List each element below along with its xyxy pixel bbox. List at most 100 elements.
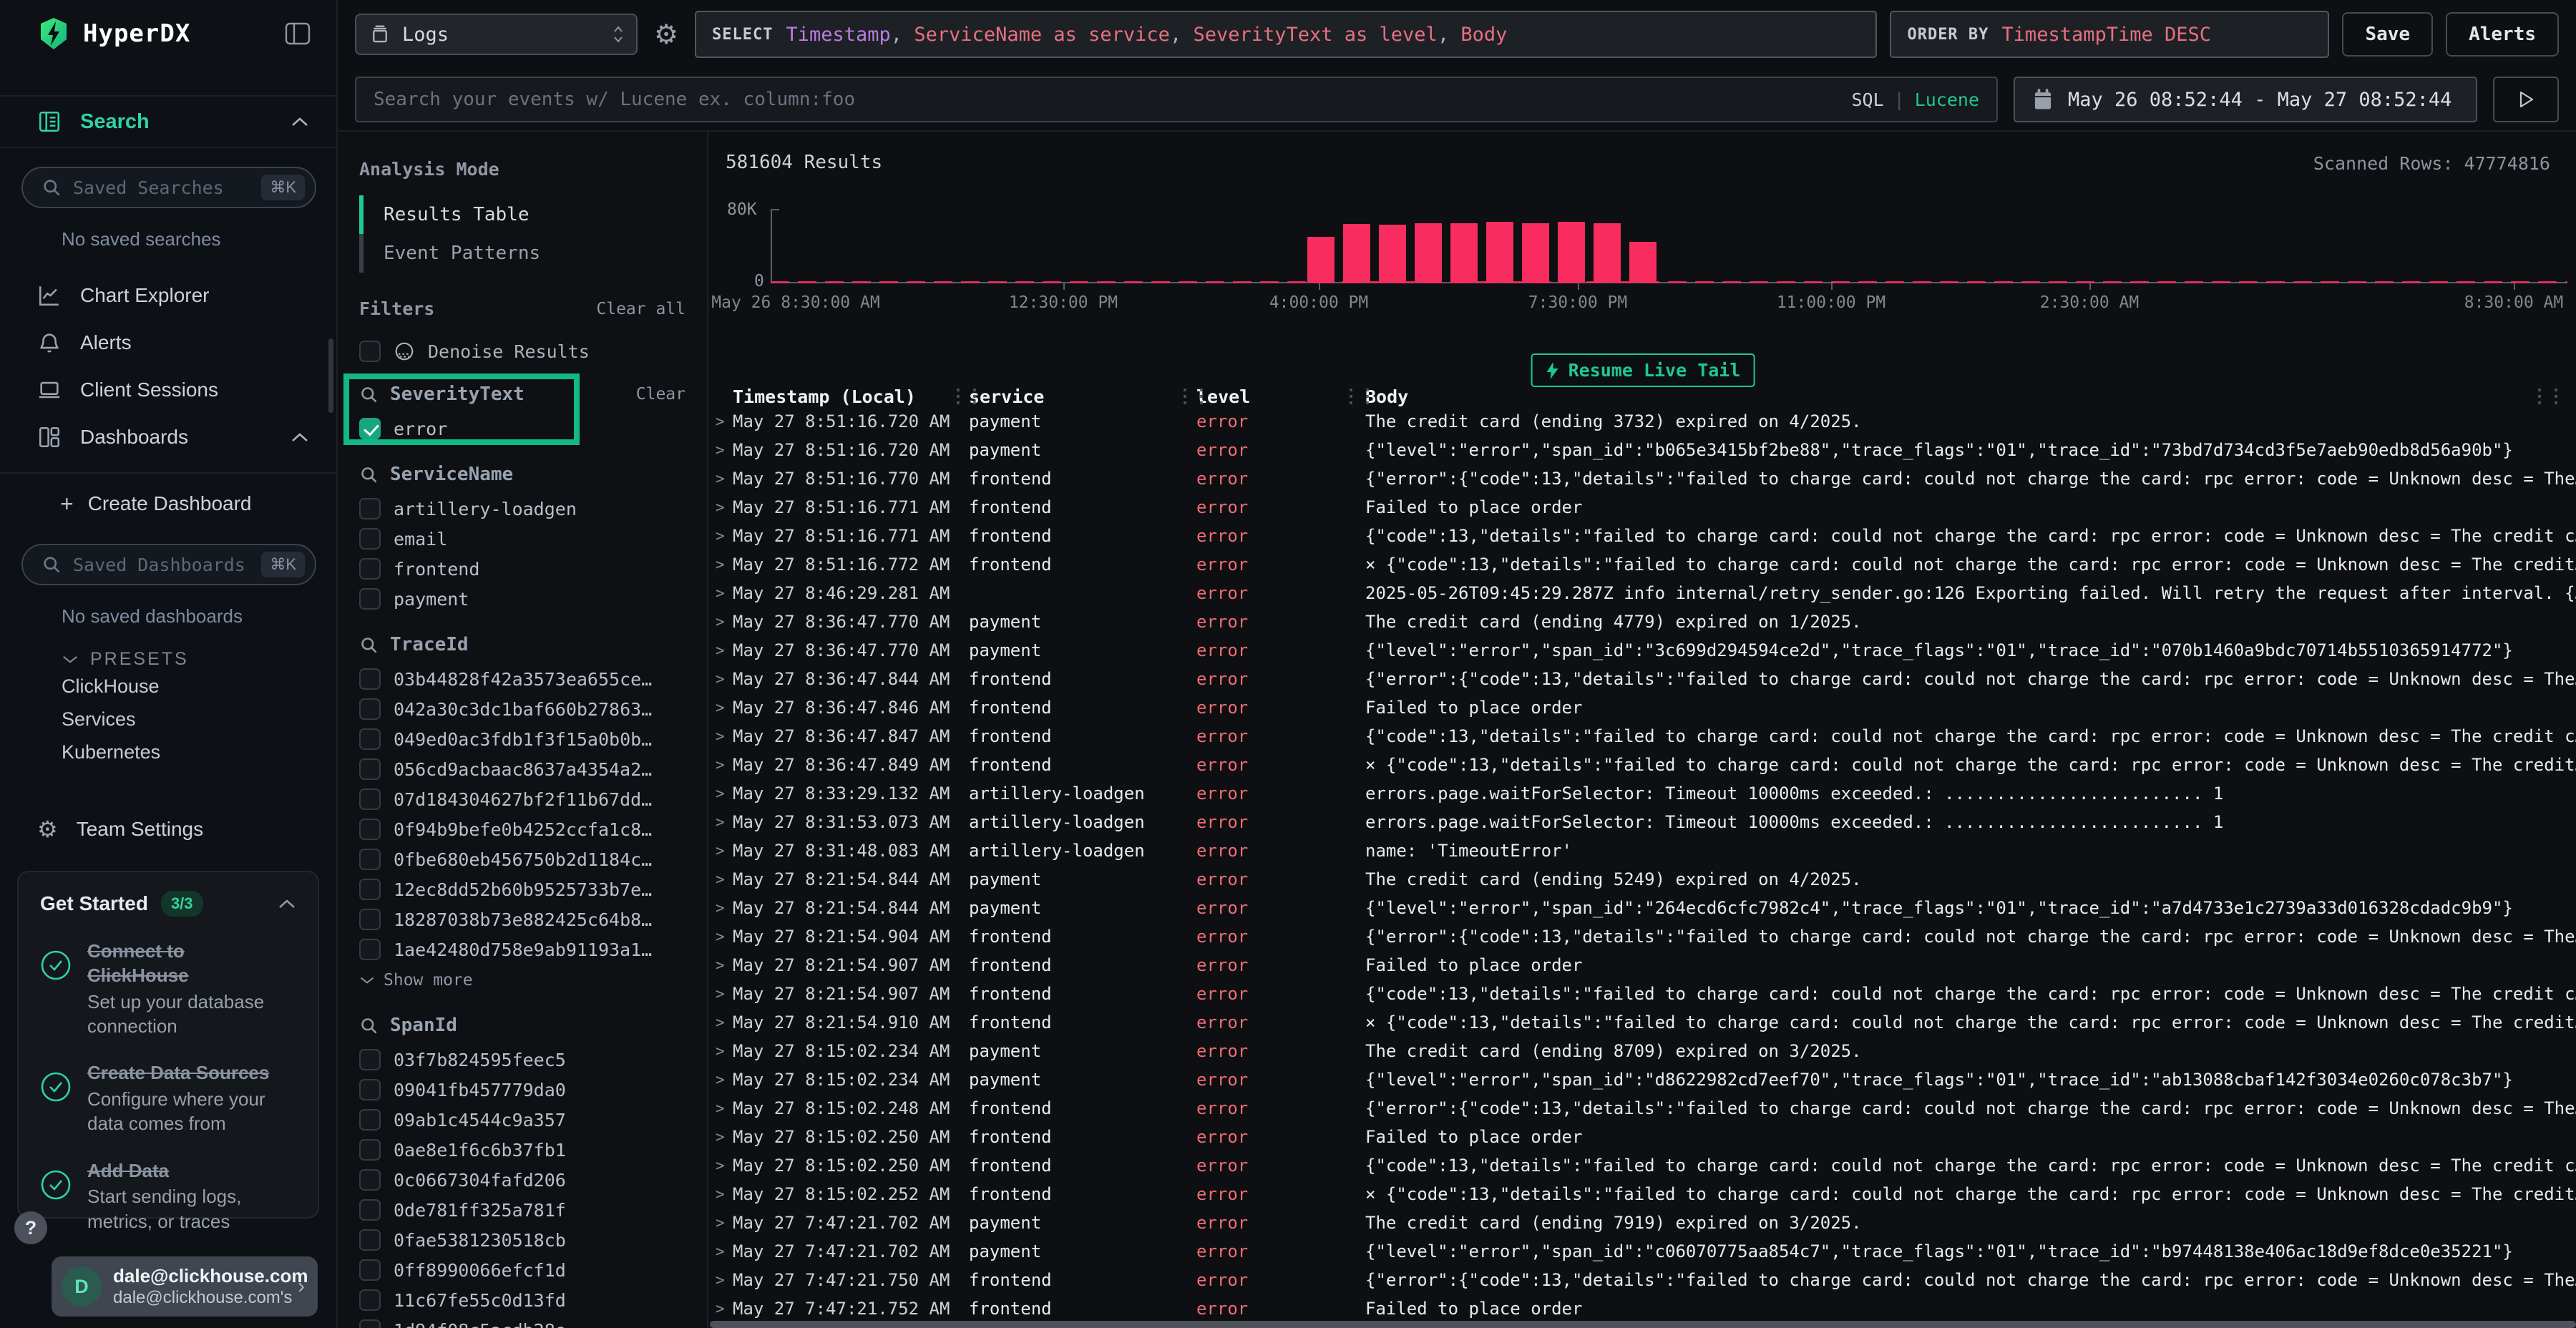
row-expand-chevron-icon[interactable]: > [716,985,733,1002]
chevron-up-icon[interactable] [291,116,309,127]
col-timestamp[interactable]: Timestamp (Local) [733,386,969,407]
checkbox[interactable] [359,1199,381,1221]
table-row[interactable]: >May 27 8:15:02.252 AMfrontenderror× {"c… [710,1180,2576,1209]
sidebar-item-dashboards[interactable]: Dashboards [0,414,336,461]
user-menu[interactable]: D dale@clickhouse.com dale@clickhouse.co… [52,1256,318,1317]
row-expand-chevron-icon[interactable]: > [716,1186,733,1203]
column-drag-handle-icon[interactable]: ⋮⋮ [1176,386,1209,407]
sidebar-scrollbar[interactable] [328,338,333,413]
mode-event-patterns[interactable]: Event Patterns [359,234,688,273]
row-expand-chevron-icon[interactable]: > [716,413,733,430]
help-button[interactable]: ? [14,1211,47,1244]
facet-value-option[interactable]: 0ff8990066efcf1d [359,1255,688,1285]
create-dashboard-button[interactable]: + Create Dashboard [0,482,336,525]
get-started-step[interactable]: Create Data Sources Configure where your… [40,1061,296,1136]
histogram-bar[interactable] [1486,222,1513,283]
facet-value-option[interactable]: email [359,524,688,554]
checkbox[interactable] [359,1169,381,1191]
checkbox[interactable] [359,528,381,550]
col-service[interactable]: service [969,386,1196,407]
sidebar-item-alerts[interactable]: Alerts [0,319,336,366]
col-level[interactable]: level [1196,386,1365,407]
table-row[interactable]: >May 27 8:36:47.770 AMpaymenterrorThe cr… [710,607,2576,636]
facet-value-option[interactable]: 11c67fe55c0d13fd [359,1285,688,1315]
row-expand-chevron-icon[interactable]: > [716,670,733,688]
table-row[interactable]: >May 27 8:21:54.907 AMfrontenderror{"cod… [710,980,2576,1008]
row-expand-chevron-icon[interactable]: > [716,699,733,716]
checkbox[interactable] [359,728,381,750]
row-expand-chevron-icon[interactable]: > [716,1157,733,1174]
facet-value-option[interactable]: payment [359,584,688,614]
saved-searches-input[interactable] [73,177,261,198]
row-expand-chevron-icon[interactable]: > [716,585,733,602]
facet-value-option[interactable]: 07d184304627bf2f11b67dd… [359,784,688,814]
get-started-step[interactable]: Connect to ClickHouse Set up your databa… [40,939,296,1038]
facet-value-option[interactable]: 0f94b9befe0b4252ccfa1c8… [359,814,688,844]
facet-value-option[interactable]: 0ae8e1f6c6b37fb1 [359,1135,688,1165]
row-expand-chevron-icon[interactable]: > [716,1300,733,1317]
checkbox[interactable] [359,558,381,580]
event-search-input[interactable] [374,89,1851,110]
saved-searches-search[interactable]: ⌘K [21,167,316,208]
mode-results-table[interactable]: Results Table [359,195,688,234]
table-row[interactable]: >May 27 8:36:47.770 AMpaymenterror{"leve… [710,636,2576,665]
checkbox[interactable] [359,1289,381,1311]
row-expand-chevron-icon[interactable]: > [716,1243,733,1260]
checkbox[interactable] [359,909,381,930]
column-drag-handle-icon[interactable]: ⋮⋮ [949,386,982,407]
date-range-picker[interactable]: May 26 08:52:44 - May 27 08:52:44 [2014,77,2477,122]
event-search[interactable]: SQL | Lucene [355,77,1998,122]
checkbox[interactable] [359,1229,381,1251]
table-row[interactable]: >May 27 8:36:47.849 AMfrontenderror× {"c… [710,751,2576,779]
checkbox[interactable] [359,668,381,690]
mode-lucene-toggle[interactable]: Lucene [1915,89,1979,110]
row-expand-chevron-icon[interactable]: > [716,785,733,802]
facet-value-option[interactable]: frontend [359,554,688,584]
row-expand-chevron-icon[interactable]: > [716,441,733,459]
row-expand-chevron-icon[interactable]: > [716,642,733,659]
checkbox[interactable] [359,849,381,870]
row-expand-chevron-icon[interactable]: > [716,1214,733,1231]
table-row[interactable]: >May 27 7:47:21.702 AMpaymenterror{"leve… [710,1237,2576,1266]
saved-dashboards-input[interactable] [73,555,261,575]
table-row[interactable]: >May 27 8:51:16.771 AMfrontenderror{"cod… [710,522,2576,550]
checkbox[interactable] [359,698,381,720]
row-expand-chevron-icon[interactable]: > [716,1014,733,1031]
chevron-up-icon[interactable] [278,898,296,909]
checkbox[interactable] [359,758,381,780]
horizontal-scrollbar[interactable] [710,1321,2576,1328]
preset-clickhouse[interactable]: ClickHouse [0,670,336,703]
facet-value-option[interactable]: 0de781ff325a781f [359,1195,688,1225]
facet-value-option[interactable]: 03b44828f42a3573ea655ce… [359,664,688,694]
presets-toggle[interactable]: PRESETS [62,649,336,670]
table-row[interactable]: >May 27 8:15:02.234 AMpaymenterror{"leve… [710,1065,2576,1094]
row-expand-chevron-icon[interactable]: > [716,1043,733,1060]
row-expand-chevron-icon[interactable]: > [716,871,733,888]
row-expand-chevron-icon[interactable]: > [716,899,733,917]
table-row[interactable]: >May 27 7:47:21.750 AMfrontenderror{"err… [710,1266,2576,1294]
facet-value-option[interactable]: 12ec8dd52b60b9525733b7e… [359,874,688,904]
show-more-button[interactable]: Show more [359,966,688,995]
preset-services[interactable]: Services [0,703,336,736]
histogram-bar[interactable] [1594,223,1621,283]
checkbox[interactable] [359,1049,381,1070]
histogram-bar[interactable] [1558,222,1585,283]
histogram-bar[interactable] [1415,223,1442,283]
table-row[interactable]: >May 27 8:15:02.250 AMfrontenderror{"cod… [710,1151,2576,1180]
facet-value-option[interactable]: 1d94f08c5acdb28e [359,1315,688,1328]
facet-value-option[interactable]: 0fbe680eb456750b2d1184c… [359,844,688,874]
row-expand-chevron-icon[interactable]: > [716,1100,733,1117]
table-row[interactable]: >May 27 8:15:02.250 AMfrontenderrorFaile… [710,1123,2576,1151]
column-drag-handle-icon[interactable]: ⋮⋮ [2530,386,2563,407]
saved-dashboards-search[interactable]: ⌘K [21,544,316,585]
checkbox[interactable] [359,879,381,900]
row-expand-chevron-icon[interactable]: > [716,842,733,859]
checkbox[interactable] [359,1139,381,1161]
checkbox[interactable] [359,788,381,810]
table-row[interactable]: >May 27 8:21:54.844 AMpaymenterrorThe cr… [710,865,2576,894]
table-row[interactable]: >May 27 8:36:47.847 AMfrontenderror{"cod… [710,722,2576,751]
table-row[interactable]: >May 27 8:36:47.844 AMfrontenderror{"err… [710,665,2576,693]
facet-value-option[interactable]: 042a30c3dc1baf660b27863… [359,694,688,724]
table-row[interactable]: >May 27 8:51:16.771 AMfrontenderrorFaile… [710,493,2576,522]
checkbox[interactable] [359,588,381,610]
